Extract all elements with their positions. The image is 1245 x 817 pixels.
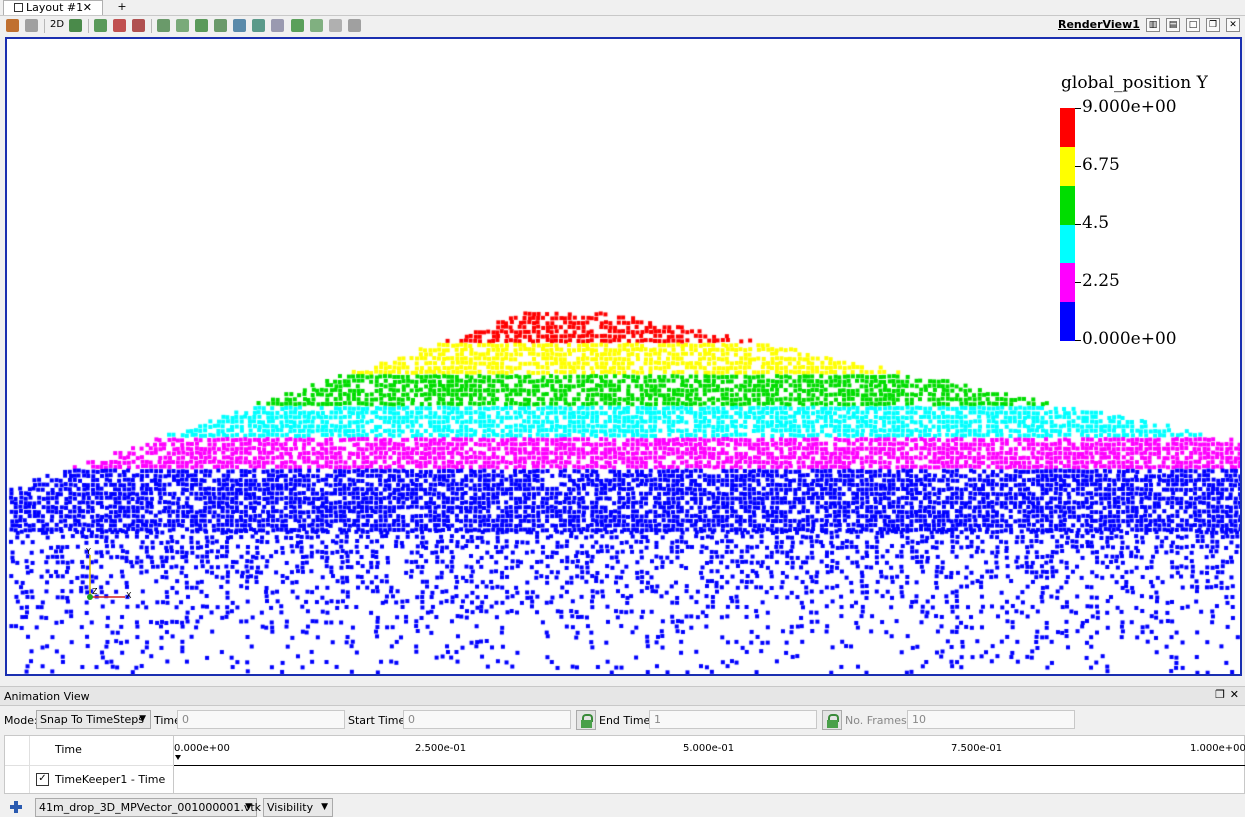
timeline-tick-label: 7.500e-01 <box>951 743 1003 754</box>
svg-text:Y: Y <box>85 547 91 556</box>
select-cells-polygon-icon[interactable] <box>176 19 189 32</box>
toolbar-separator <box>88 19 89 33</box>
svg-text:X: X <box>126 591 132 600</box>
new-layout-tab-button[interactable]: + <box>115 0 129 15</box>
end-time-field[interactable]: 1 <box>649 710 817 729</box>
toolbar-separator <box>44 19 45 33</box>
legend-color-segment <box>1060 224 1075 264</box>
frames-field[interactable]: 10 <box>907 710 1075 729</box>
tab-layout-label: Layout #1 <box>26 1 84 14</box>
tab-close-icon[interactable]: ✕ <box>83 1 92 14</box>
track-add-bar: 41m_drop_3D_MPVector_001000001.vtk ▼ Vis… <box>0 797 1245 817</box>
clear-selection-icon[interactable] <box>348 19 361 32</box>
hover-points-icon[interactable] <box>271 19 284 32</box>
toolbar-separator <box>151 19 152 33</box>
animation-view-title: Animation View <box>4 690 90 703</box>
legend-tick <box>1075 282 1081 283</box>
layout-tab-bar: Layout #1 ✕ + <box>0 0 1245 16</box>
tab-layout-1[interactable]: Layout #1 ✕ <box>3 0 103 15</box>
select-points-on-icon[interactable] <box>113 19 126 32</box>
particle-point-cloud <box>7 39 1240 674</box>
interactive-select-points-icon[interactable] <box>252 19 265 32</box>
chevron-down-icon: ▼ <box>321 802 328 812</box>
chevron-down-icon: ▼ <box>245 802 252 812</box>
timeline-tick-label: 2.500e-01 <box>415 743 467 754</box>
mode-label: Mode: <box>4 714 38 727</box>
lock-start-time-button[interactable] <box>576 710 596 730</box>
legend-color-segment <box>1060 108 1075 147</box>
timekeeper-track-label: TimeKeeper1 - Time <box>55 773 166 786</box>
timeline-time-header: Time <box>55 743 82 756</box>
timeline-tick-label: 0.000e+00 <box>174 743 230 754</box>
maximize-icon[interactable]: □ <box>1186 18 1200 32</box>
timeline-tick-label: 1.000e+00 <box>1190 743 1245 754</box>
add-track-icon[interactable] <box>9 800 23 814</box>
legend-color-segment <box>1060 263 1075 303</box>
close-panel-icon[interactable]: ✕ <box>1230 688 1239 701</box>
legend-tick <box>1075 340 1081 341</box>
legend-color-segment <box>1060 185 1075 225</box>
start-time-field[interactable]: 0 <box>403 710 571 729</box>
source-select-value: 41m_drop_3D_MPVector_001000001.vtk <box>39 801 262 814</box>
legend-label: 6.75 <box>1082 155 1120 175</box>
mode-select-value: Snap To TimeSteps <box>40 713 144 726</box>
legend-tick <box>1075 224 1081 225</box>
select-cells-on-icon[interactable] <box>94 19 107 32</box>
select-block-icon[interactable] <box>214 19 227 32</box>
legend-label-max: 9.000e+00 <box>1082 97 1177 117</box>
source-select[interactable]: 41m_drop_3D_MPVector_001000001.vtk ▼ <box>35 798 261 817</box>
legend-tick <box>1075 166 1081 167</box>
time-field[interactable]: 0 <box>177 710 345 729</box>
legend-title: global_position Y <box>1061 73 1208 93</box>
interactive-select-cells-icon[interactable] <box>233 19 246 32</box>
start-time-label: Start Time: <box>348 714 409 727</box>
split-horizontal-icon[interactable]: ▥ <box>1146 18 1160 32</box>
capture-screenshot-icon[interactable] <box>69 19 82 32</box>
view-name-label[interactable]: RenderView1 <box>1058 18 1140 31</box>
current-time-marker[interactable] <box>175 755 181 760</box>
timeline-tick-label: 5.000e-01 <box>683 743 735 754</box>
legend-color-segment <box>1060 302 1075 342</box>
legend-tick <box>1075 108 1081 109</box>
lock-end-time-button[interactable] <box>822 710 842 730</box>
view-toolbar: 2D RenderView1 ▥ ▤ □ ❐ ✕ <box>0 16 1245 36</box>
zoom-to-data-icon[interactable] <box>25 19 38 32</box>
property-select[interactable]: Visibility ▼ <box>263 798 333 817</box>
legend-color-bar <box>1060 108 1075 342</box>
animation-timeline: Time ✓ TimeKeeper1 - Time 0.000e+00 2.50… <box>4 735 1245 794</box>
select-points-polygon-icon[interactable] <box>195 19 208 32</box>
legend-label-min: 0.000e+00 <box>1082 329 1177 349</box>
select-cells-through-icon[interactable] <box>132 19 145 32</box>
animation-view-header: Animation View ❐ ✕ <box>0 686 1245 706</box>
query-icon[interactable] <box>329 19 342 32</box>
timeline-ruler[interactable]: 0.000e+00 2.500e-01 5.000e-01 7.500e-01 … <box>174 736 1245 766</box>
camera-2d-button[interactable]: 2D <box>50 18 64 32</box>
reset-camera-icon[interactable] <box>6 19 19 32</box>
orientation-axes: Y X Z <box>85 547 132 600</box>
animation-controls: Mode: Snap To TimeSteps ▼ Time 0 Start T… <box>0 708 1245 732</box>
svg-text:Z: Z <box>92 587 98 596</box>
float-panel-icon[interactable]: ❐ <box>1215 688 1225 701</box>
legend-label: 2.25 <box>1082 271 1120 291</box>
split-vertical-icon[interactable]: ▤ <box>1166 18 1180 32</box>
property-select-value: Visibility <box>267 801 314 814</box>
end-time-label: End Time: <box>599 714 655 727</box>
lock-icon-body <box>827 720 838 728</box>
close-view-icon[interactable]: ✕ <box>1226 18 1240 32</box>
render-view[interactable]: Y X Z <box>5 37 1242 676</box>
grow-selection-icon[interactable] <box>310 19 323 32</box>
chevron-down-icon: ▼ <box>139 714 146 724</box>
select-points-through-icon[interactable] <box>157 19 170 32</box>
layout-icon <box>14 3 23 12</box>
legend-label: 4.5 <box>1082 213 1110 233</box>
lock-icon-body <box>581 720 592 728</box>
hover-cells-icon[interactable] <box>291 19 304 32</box>
frames-label: No. Frames: <box>845 714 911 727</box>
mode-select[interactable]: Snap To TimeSteps ▼ <box>36 710 151 729</box>
timekeeper-checkbox[interactable]: ✓ <box>36 773 49 786</box>
restore-icon[interactable]: ❐ <box>1206 18 1220 32</box>
legend-color-segment <box>1060 146 1075 186</box>
